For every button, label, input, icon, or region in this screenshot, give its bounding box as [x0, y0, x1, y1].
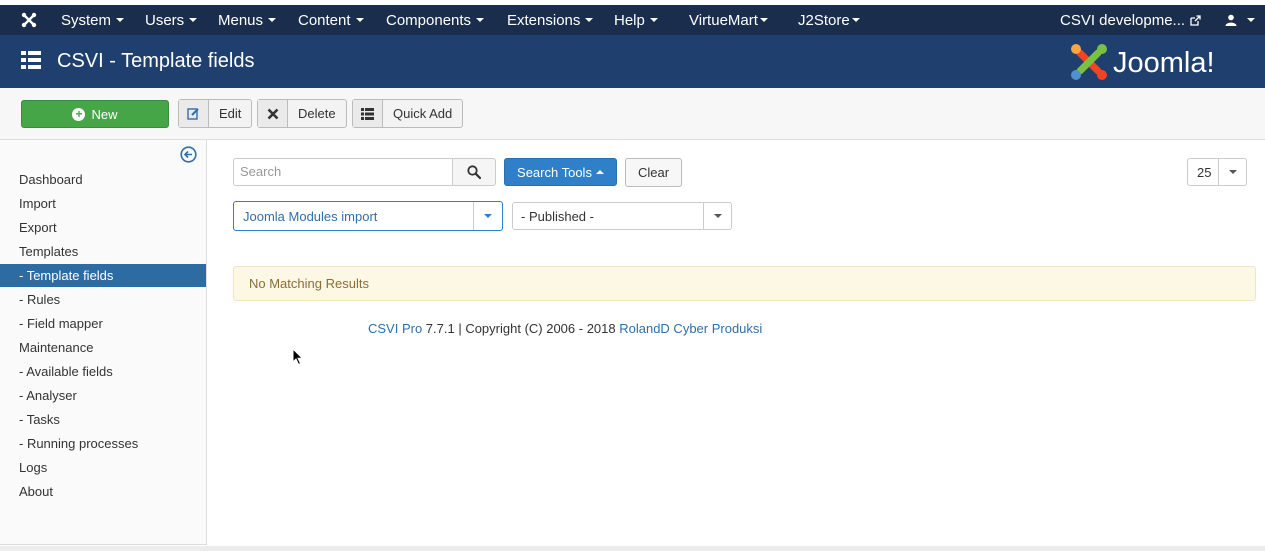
company-link[interactable]: RolandD Cyber Produksi — [619, 321, 762, 336]
copyright-text: 7.7.1 | Copyright (C) 2006 - 2018 — [422, 321, 620, 336]
user-icon — [1225, 14, 1237, 26]
sidebar-item-about[interactable]: About — [0, 480, 206, 503]
user-menu[interactable] — [1225, 5, 1255, 35]
menu-label: Users — [145, 11, 185, 29]
caret-down-icon — [714, 214, 722, 218]
list-limit-value: 25 — [1197, 165, 1212, 180]
new-button-label: New — [91, 106, 118, 122]
menu-label: Help — [614, 11, 645, 29]
sidebar-item-logs[interactable]: Logs — [0, 456, 206, 479]
menu-label: Menus — [218, 11, 264, 29]
list-icon — [353, 100, 383, 127]
quick-add-button[interactable]: Quick Add — [352, 99, 464, 128]
dropdown-toggle — [703, 203, 732, 229]
caret-down-icon — [649, 18, 658, 22]
sidebar-item-dashboard[interactable]: Dashboard — [0, 168, 206, 191]
sidebar-item-template-fields[interactable]: - Template fields — [0, 264, 206, 287]
search-input[interactable]: Search — [233, 158, 453, 186]
page-title: CSVI - Template fields — [57, 50, 255, 72]
dropdown-toggle — [1218, 159, 1247, 185]
menu-label: System — [61, 11, 112, 29]
menu-menus[interactable]: Menus — [218, 5, 277, 35]
joomla-logo-icon[interactable] — [20, 11, 38, 29]
template-filter-select[interactable]: Joomla Modules import — [233, 201, 503, 231]
site-link-label: CSVI developme... — [1060, 11, 1186, 29]
menu-label: Components — [386, 11, 472, 29]
list-limit-select[interactable]: 25 — [1187, 158, 1247, 186]
sidebar-item-rules[interactable]: - Rules — [0, 288, 206, 311]
caret-down-icon — [484, 214, 492, 218]
joomla-logo: Joomla! — [1071, 44, 1215, 80]
sidebar-item-export[interactable]: Export — [0, 216, 206, 239]
site-link[interactable]: CSVI developme... — [1060, 5, 1201, 35]
menu-system[interactable]: System — [61, 5, 125, 35]
footer-copyright: CSVI Pro 7.7.1 | Copyright (C) 2006 - 20… — [368, 321, 762, 336]
search-tools-label: Search Tools — [517, 164, 592, 180]
menu-label: Extensions — [507, 11, 581, 29]
menu-components[interactable]: Components — [386, 5, 485, 35]
published-filter-select[interactable]: - Published - — [512, 202, 732, 230]
collapse-sidebar-icon[interactable] — [180, 146, 197, 163]
menu-label: J2Store — [798, 11, 850, 29]
new-button[interactable]: + New — [21, 100, 169, 128]
caret-down-icon — [189, 18, 198, 22]
product-link[interactable]: CSVI Pro — [368, 321, 422, 336]
menu-help[interactable]: Help — [614, 5, 658, 35]
caret-down-icon — [355, 18, 364, 22]
search-placeholder: Search — [240, 164, 282, 179]
list-icon — [21, 51, 41, 69]
caret-down-icon — [1229, 170, 1237, 174]
page-header: CSVI - Template fields Joomla! — [0, 35, 1265, 88]
caret-down-icon — [476, 18, 485, 22]
logo-text: Joomla! — [1113, 47, 1215, 79]
search-tools-button[interactable]: Search Tools — [504, 158, 617, 186]
delete-button-label: Delete — [298, 106, 336, 121]
edit-icon — [179, 100, 209, 127]
menu-label: Content — [298, 11, 351, 29]
search-button[interactable] — [452, 158, 496, 186]
no-results-alert: No Matching Results — [233, 266, 1256, 301]
mouse-cursor-icon — [292, 348, 304, 366]
sidebar-item-templates[interactable]: Templates — [0, 240, 206, 263]
caret-down-icon — [116, 18, 125, 22]
external-link-icon — [1190, 14, 1201, 26]
sidebar: Dashboard Import Export Templates - Temp… — [0, 140, 207, 545]
menu-content[interactable]: Content — [298, 5, 364, 35]
clear-button[interactable]: Clear — [625, 158, 682, 187]
template-filter-value: Joomla Modules import — [243, 209, 378, 224]
sidebar-item-maintenance[interactable]: Maintenance — [0, 336, 206, 359]
published-filter-value: - Published - — [521, 209, 594, 224]
search-icon — [467, 165, 481, 179]
sidebar-item-running-processes[interactable]: - Running processes — [0, 432, 206, 455]
menu-extensions[interactable]: Extensions — [507, 5, 594, 35]
sidebar-item-field-mapper[interactable]: - Field mapper — [0, 312, 206, 335]
sidebar-item-import[interactable]: Import — [0, 192, 206, 215]
edit-button[interactable]: Edit — [178, 99, 253, 128]
caret-down-icon — [585, 18, 594, 22]
top-navbar: System Users Menus Content Components Ex… — [0, 5, 1265, 35]
dropdown-toggle — [473, 202, 502, 230]
menu-j2store[interactable]: J2Store — [798, 5, 860, 35]
caret-down-icon — [851, 18, 860, 22]
plus-circle-icon: + — [72, 107, 86, 121]
caret-up-icon — [595, 170, 604, 174]
menu-users[interactable]: Users — [145, 5, 198, 35]
caret-down-icon — [759, 18, 768, 22]
menu-label: VirtueMart — [689, 11, 758, 29]
sidebar-item-analyser[interactable]: - Analyser — [0, 384, 206, 407]
toolbar: + New Edit Delete Quick Add — [0, 88, 1265, 140]
close-icon — [258, 100, 288, 127]
caret-down-icon — [268, 18, 277, 22]
sidebar-item-tasks[interactable]: - Tasks — [0, 408, 206, 431]
caret-down-icon — [1247, 18, 1255, 22]
bottom-divider — [0, 546, 1265, 551]
edit-button-label: Edit — [219, 106, 242, 121]
sidebar-item-available-fields[interactable]: - Available fields — [0, 360, 206, 383]
menu-virtuemart[interactable]: VirtueMart — [689, 5, 768, 35]
quick-add-button-label: Quick Add — [393, 106, 453, 121]
delete-button[interactable]: Delete — [257, 99, 347, 128]
